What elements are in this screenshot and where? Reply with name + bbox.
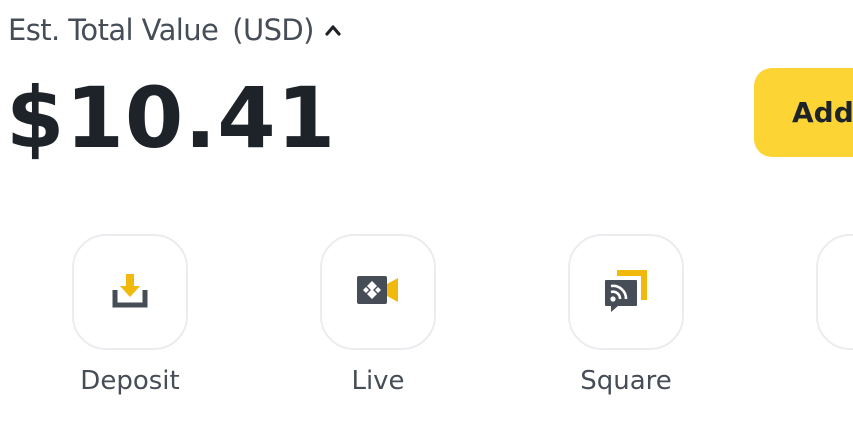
shortcut-deposit[interactable]: Deposit: [71, 234, 189, 396]
deposit-icon: [110, 270, 150, 314]
shortcut-live[interactable]: Live: [319, 234, 437, 396]
shortcut-tile[interactable]: [568, 234, 684, 350]
balance-label-row[interactable]: Est. Total Value (USD): [8, 10, 342, 50]
square-feed-icon: [603, 268, 649, 316]
shortcut-tile[interactable]: [816, 234, 853, 350]
shortcut-square[interactable]: Square: [567, 234, 685, 396]
balance-title: Est. Total Value: [8, 13, 219, 47]
shortcut-label: Res: [815, 366, 853, 396]
balance-amount: $10.41: [6, 69, 337, 167]
shortcut-label: Square: [580, 366, 672, 396]
add-funds-button[interactable]: Add: [754, 68, 853, 157]
wallet-overview: Est. Total Value (USD) $10.41 Add Deposi…: [0, 0, 853, 433]
shortcut-res[interactable]: Res: [815, 234, 853, 396]
shortcut-tile[interactable]: [320, 234, 436, 350]
balance-currency: (USD): [232, 13, 314, 47]
shortcut-label: Live: [351, 366, 405, 396]
live-camera-icon: [355, 273, 401, 311]
chevron-up-icon[interactable]: [324, 21, 342, 39]
shortcut-label: Deposit: [80, 366, 180, 396]
shortcut-tile[interactable]: [72, 234, 188, 350]
